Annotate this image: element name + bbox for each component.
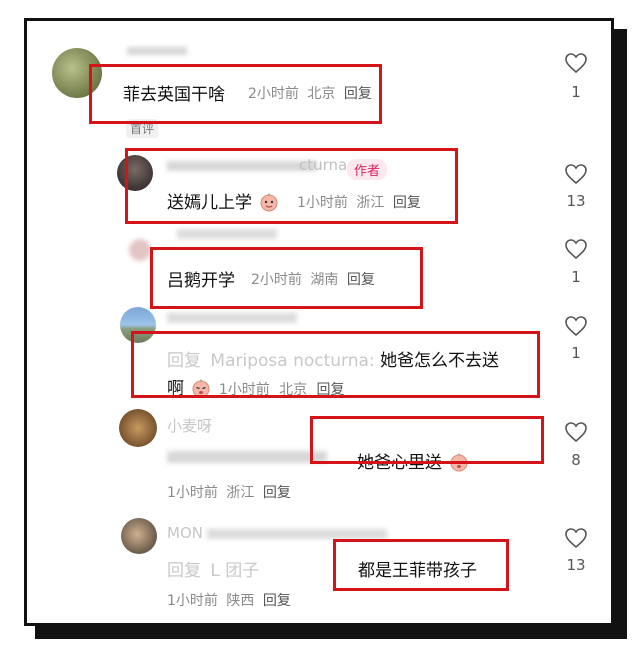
highlight-box [150,247,423,309]
comment-time: 1小时前 [167,485,218,501]
heart-icon[interactable] [564,421,588,443]
highlight-box [125,148,458,224]
avatar[interactable] [121,518,157,554]
reply-button[interactable]: 回复 [263,485,291,501]
like-count: 13 [566,192,586,210]
comment-meta: 1小时前 浙江 回复 [167,482,291,502]
highlight-box [131,331,540,398]
reply-prefix: 回复 [167,561,201,581]
avatar[interactable] [129,239,151,261]
like-count: 1 [571,344,581,362]
like-count: 1 [571,268,581,286]
heart-icon[interactable] [564,238,588,260]
heart-icon[interactable] [564,52,588,74]
like-count: 13 [566,556,586,574]
comment-meta: 1小时前 陕西 回复 [167,590,291,610]
username [177,229,277,239]
reply-target: L 团子 [210,561,260,581]
username [207,529,387,539]
username [127,47,187,55]
highlight-box [333,539,509,591]
reply-button[interactable]: 回复 [263,593,291,609]
like-count: 8 [571,451,581,469]
heart-icon[interactable] [564,527,588,549]
avatar[interactable] [119,409,157,447]
highlight-box [310,416,544,464]
username: 小麦呀 [167,417,213,435]
reply-target [167,451,327,463]
comment-time: 1小时前 [167,593,218,609]
like-count: 1 [571,83,581,101]
comment-text: 回复 L 团子 [167,556,259,581]
author-name-fragment: MON [167,524,203,542]
comment-location: 浙江 [226,485,255,501]
username [167,313,297,323]
highlight-box [89,64,382,124]
heart-icon[interactable] [564,315,588,337]
comment-screenshot-frame: 菲去英国干啥 2小时前 北京 回复 首评 cturna 作者 送嫣儿上学 1小时… [24,18,614,626]
comment-location: 陕西 [226,593,255,609]
heart-icon[interactable] [564,163,588,185]
